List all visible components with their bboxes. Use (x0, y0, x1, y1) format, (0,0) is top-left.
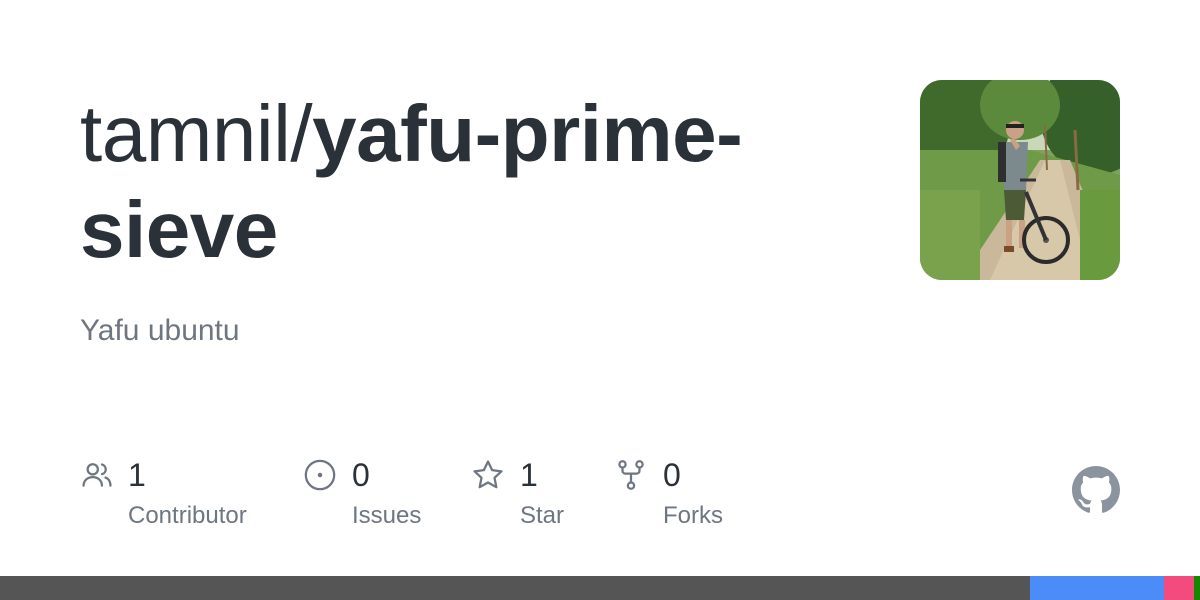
issues-count: 0 (352, 457, 370, 493)
language-bar (0, 576, 1200, 600)
github-mark-icon[interactable] (1072, 466, 1120, 514)
repo-forked-icon (614, 458, 648, 492)
language-bar-segment (1193, 576, 1200, 600)
avatar-photo (920, 80, 1120, 280)
people-icon (80, 458, 114, 492)
issue-opened-icon (303, 458, 337, 492)
contributors-count: 1 (128, 457, 146, 493)
repo-title[interactable]: tamnil/yafu-prime-sieve (80, 86, 870, 278)
social-preview-card: tamnil/yafu-prime-sieve Yafu ubuntu 1 Co… (0, 0, 1200, 600)
contributors-label: Contributor (128, 502, 247, 529)
language-bar-segment (1163, 576, 1194, 600)
repo-name-line2[interactable]: sieve (80, 185, 278, 274)
star-icon (471, 458, 505, 492)
stars-count: 1 (520, 457, 538, 493)
stars-label: Star (520, 502, 565, 529)
repo-name-line1[interactable]: yafu-prime- (312, 89, 743, 178)
forks-label: Forks (663, 502, 723, 529)
forks-count: 0 (663, 457, 681, 493)
language-bar-segment (1029, 576, 1164, 600)
repo-owner[interactable]: tamnil/ (80, 89, 313, 178)
owner-avatar (920, 80, 1120, 280)
repo-description: Yafu ubuntu (80, 314, 240, 347)
issues-label: Issues (352, 502, 422, 529)
language-bar-segment (0, 576, 1030, 600)
